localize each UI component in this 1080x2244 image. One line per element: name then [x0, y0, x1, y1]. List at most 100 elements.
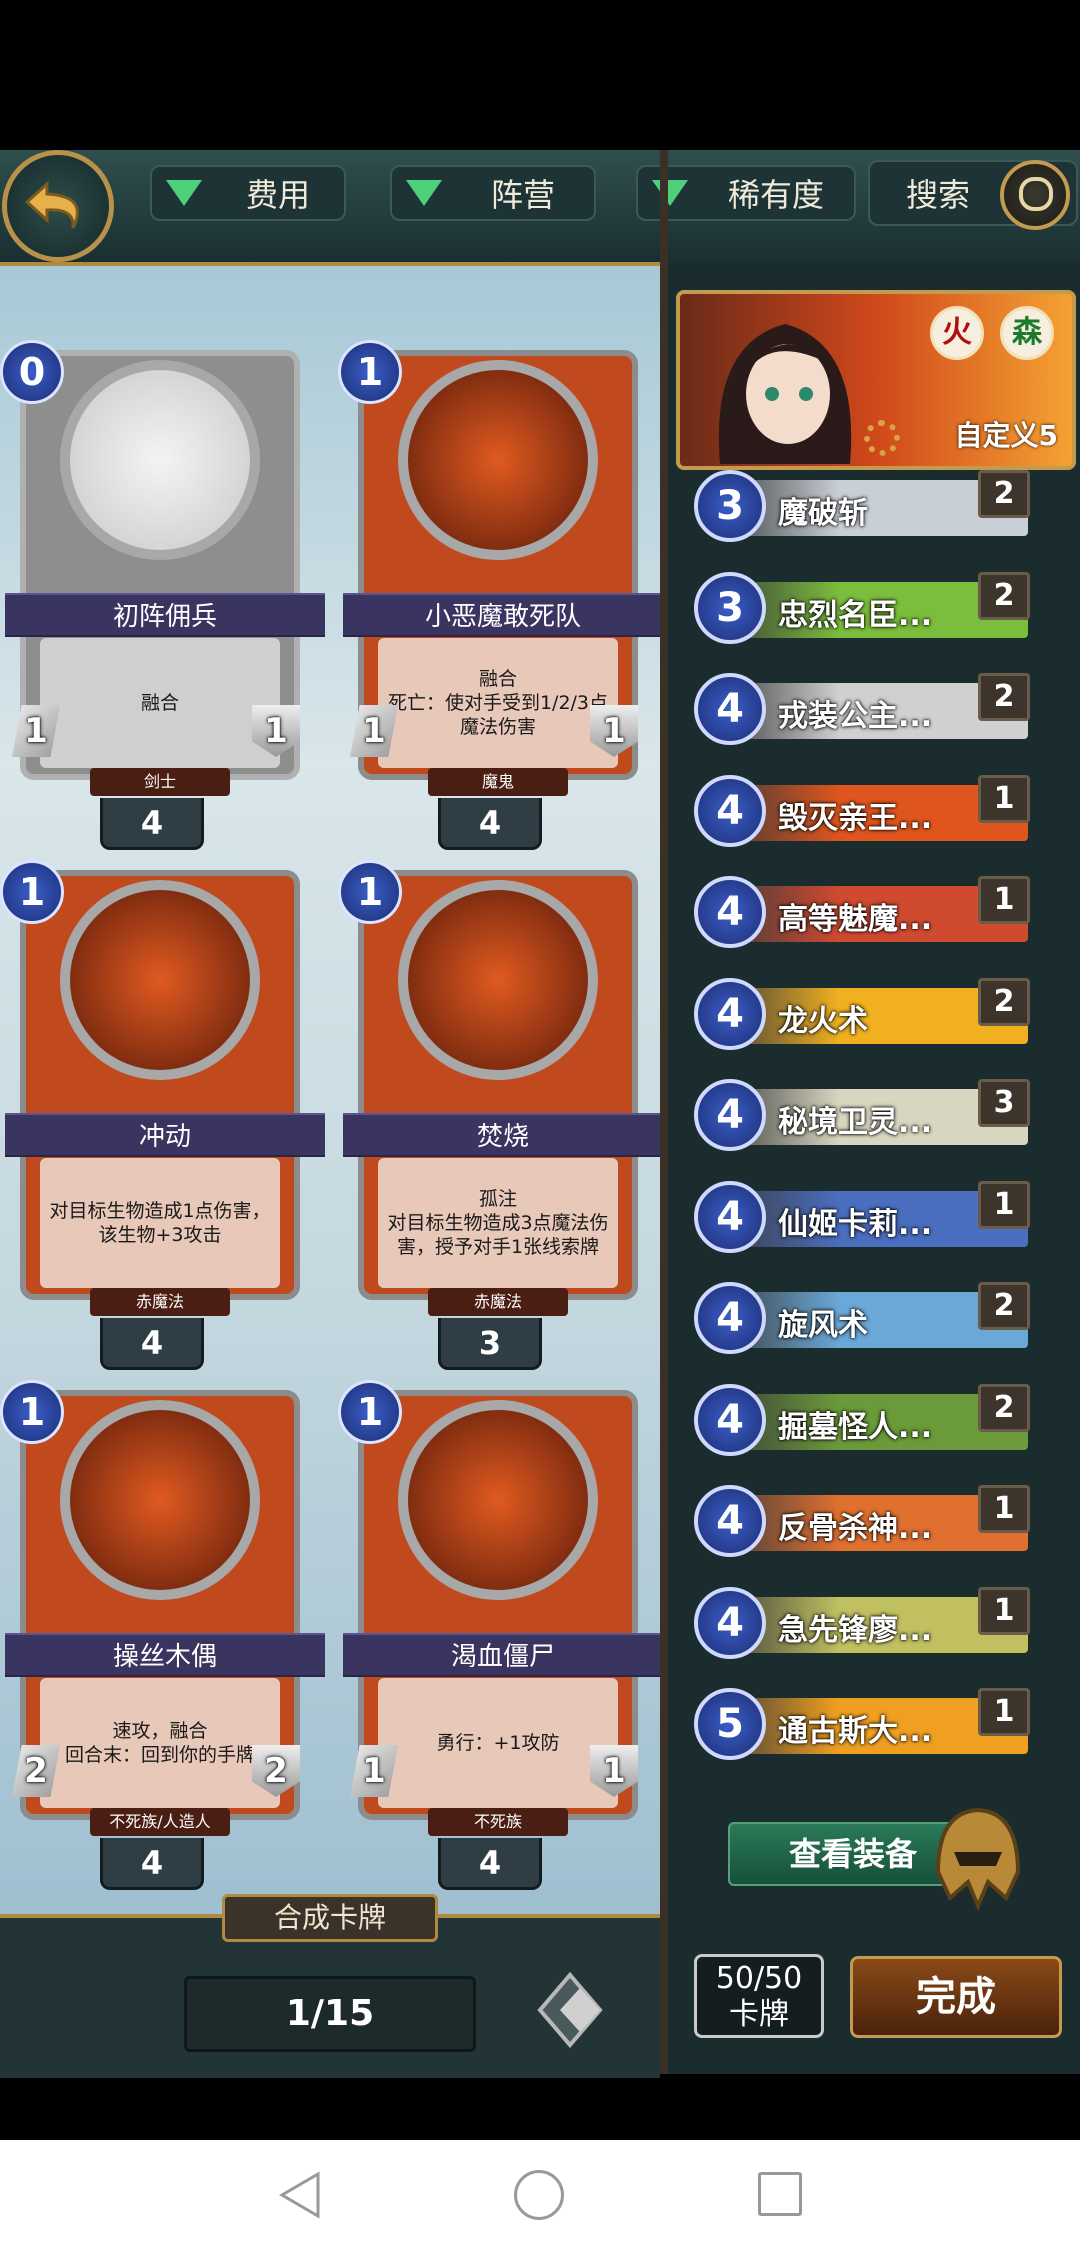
card-cost: 1	[0, 860, 64, 924]
card-art	[60, 1400, 260, 1600]
dropdown-triangle-icon	[406, 180, 442, 206]
card-race: 不死族	[428, 1808, 568, 1836]
deck-item-quantity: 2	[978, 673, 1030, 721]
deck-item-cost: 4	[694, 977, 766, 1050]
deck-item-cost: 3	[694, 571, 766, 644]
panel-divider	[660, 150, 668, 2074]
deck-item-cost: 4	[694, 774, 766, 847]
collection-card[interactable]: 渴血僵尸 勇行：+1攻防 1 1 1 不死族 4	[338, 1380, 663, 1900]
deck-card-count-label: 卡牌	[729, 1997, 789, 2032]
deck-item-quantity: 2	[978, 1282, 1030, 1330]
deck-item-name: 龙火术	[778, 1003, 868, 1039]
card-race: 赤魔法	[428, 1288, 568, 1316]
deck-list-item[interactable]: 急先锋廖... 4 1	[694, 1586, 1030, 1659]
card-text-content: 速攻，融合 回合末：回到你的手牌	[64, 1720, 255, 1766]
card-name: 渴血僵尸	[343, 1633, 663, 1677]
deck-list-item[interactable]: 秘境卫灵... 4 3	[694, 1079, 1030, 1151]
deck-item-name: 通古斯大...	[778, 1714, 933, 1749]
search-label: 搜索	[906, 176, 971, 214]
deck-list-item[interactable]: 旋风术 4 2	[694, 1282, 1030, 1354]
card-owned-count: 3	[438, 1318, 542, 1370]
deck-card-count-value: 50/50	[715, 1961, 803, 1996]
deck-list-item[interactable]: 仙姬卡莉... 4 1	[694, 1180, 1030, 1253]
deck-item-quantity: 1	[978, 1688, 1030, 1736]
filter-cost-button[interactable]: 费用	[150, 165, 346, 221]
deck-item-quantity: 1	[978, 774, 1030, 823]
deck-list-item[interactable]: 魔破斩 3 2	[694, 470, 1030, 542]
deck-item-cost: 4	[694, 1079, 766, 1151]
deck-name: 自定义5	[954, 419, 1058, 452]
card-cost: 1	[338, 340, 402, 404]
deck-item-quantity: 1	[978, 1586, 1030, 1635]
deck-item-quantity: 2	[978, 470, 1030, 518]
deck-item-name: 魔破斩	[778, 496, 868, 531]
deck-list-item[interactable]: 忠烈名臣... 3 2	[694, 571, 1030, 644]
card-owned-count: 4	[438, 1838, 542, 1890]
deck-item-cost: 3	[694, 470, 766, 542]
card-cost: 0	[0, 340, 64, 404]
card-race: 赤魔法	[90, 1288, 230, 1316]
deck-item-name: 秘境卫灵...	[778, 1105, 933, 1140]
card-race: 剑士	[90, 768, 230, 796]
card-text: 融合	[40, 638, 280, 768]
card-name: 操丝木偶	[5, 1633, 325, 1677]
nav-back-icon[interactable]	[278, 2170, 322, 2220]
craft-cards-button[interactable]: 合成卡牌	[222, 1894, 438, 1942]
card-name: 初阵佣兵	[5, 593, 325, 637]
filter-rarity-button[interactable]: 稀有度	[636, 165, 856, 221]
filter-cost-label: 费用	[245, 176, 310, 214]
card-name: 小恶魔敢死队	[343, 593, 663, 637]
collection-card[interactable]: 焚烧 孤注 对目标生物造成3点魔法伤害，授予对手1张线索牌 1 赤魔法 3	[338, 860, 663, 1380]
deck-item-name: 掘墓怪人...	[778, 1409, 933, 1445]
deck-list-item[interactable]: 反骨杀神... 4 1	[694, 1485, 1030, 1557]
nav-home-icon[interactable]	[514, 2170, 564, 2220]
deck-list-item[interactable]: 龙火术 4 2	[694, 977, 1030, 1050]
collection-card[interactable]: 小恶魔敢死队 融合 死亡：使对手受到1/2/3点魔法伤害 1 1 1 魔鬼 4	[338, 340, 663, 860]
dropdown-triangle-icon	[652, 180, 688, 206]
deck-list-item[interactable]: 掘墓怪人... 4 2	[694, 1383, 1030, 1456]
deck-item-quantity: 1	[978, 876, 1030, 924]
deck-item-cost: 4	[694, 876, 766, 948]
deck-item-quantity: 2	[978, 571, 1030, 620]
back-button[interactable]	[2, 150, 114, 262]
card-art	[398, 360, 598, 560]
deck-list-item[interactable]: 戎装公主... 4 2	[694, 673, 1030, 745]
deck-item-name: 高等魅魔...	[778, 902, 933, 937]
hero-portrait[interactable]: 火 森 自定义5	[676, 290, 1076, 470]
card-name: 焚烧	[343, 1113, 663, 1157]
deck-item-name: 忠烈名臣...	[778, 597, 933, 633]
deck-card-count: 50/50 卡牌	[694, 1954, 824, 2038]
collection-card[interactable]: 冲动 对目标生物造成1点伤害，该生物+3攻击 1 赤魔法 4	[0, 860, 325, 1380]
gear-icon[interactable]	[864, 420, 900, 456]
collection-card[interactable]: 操丝木偶 速攻，融合 回合末：回到你的手牌 1 2 2 不死族/人造人 4	[0, 1380, 325, 1900]
card-text: 速攻，融合 回合末：回到你的手牌	[40, 1678, 280, 1808]
next-page-arrow-icon[interactable]	[520, 1960, 620, 2060]
deck-list-item[interactable]: 毁灭亲王... 4 1	[694, 774, 1030, 847]
card-owned-count: 4	[100, 1838, 204, 1890]
dropdown-triangle-icon	[166, 180, 202, 206]
deck-item-cost: 4	[694, 1180, 766, 1253]
nav-recent-apps-icon[interactable]	[758, 2172, 802, 2216]
deck-item-cost: 4	[694, 1586, 766, 1659]
card-cost: 1	[0, 1380, 64, 1444]
collection-card[interactable]: 初阵佣兵 融合 0 1 1 剑士 4	[0, 340, 325, 860]
back-arrow-icon	[24, 180, 79, 229]
deck-item-quantity: 1	[978, 1485, 1030, 1533]
deck-list-item[interactable]: 高等魅魔... 4 1	[694, 876, 1030, 948]
fire-element-badge: 火	[930, 306, 984, 360]
card-text: 对目标生物造成1点伤害，该生物+3攻击	[40, 1158, 280, 1288]
deck-list-item[interactable]: 通古斯大... 5 1	[694, 1688, 1030, 1760]
deck-item-name: 戎装公主...	[778, 699, 933, 734]
deck-item-cost: 4	[694, 1485, 766, 1557]
card-text-content: 融合 死亡：使对手受到1/2/3点魔法伤害	[387, 668, 609, 738]
filter-faction-button[interactable]: 阵营	[390, 165, 596, 221]
card-race: 不死族/人造人	[90, 1808, 230, 1836]
page-indicator: 1/15	[184, 1976, 476, 2052]
done-button[interactable]: 完成	[850, 1956, 1062, 2038]
search-button[interactable]: 搜索	[868, 160, 1078, 230]
deck-item-cost: 5	[694, 1688, 766, 1760]
filter-faction-label: 阵营	[490, 176, 555, 214]
card-cost: 1	[338, 860, 402, 924]
deck-item-quantity: 1	[978, 1180, 1030, 1229]
card-owned-count: 4	[438, 798, 542, 850]
